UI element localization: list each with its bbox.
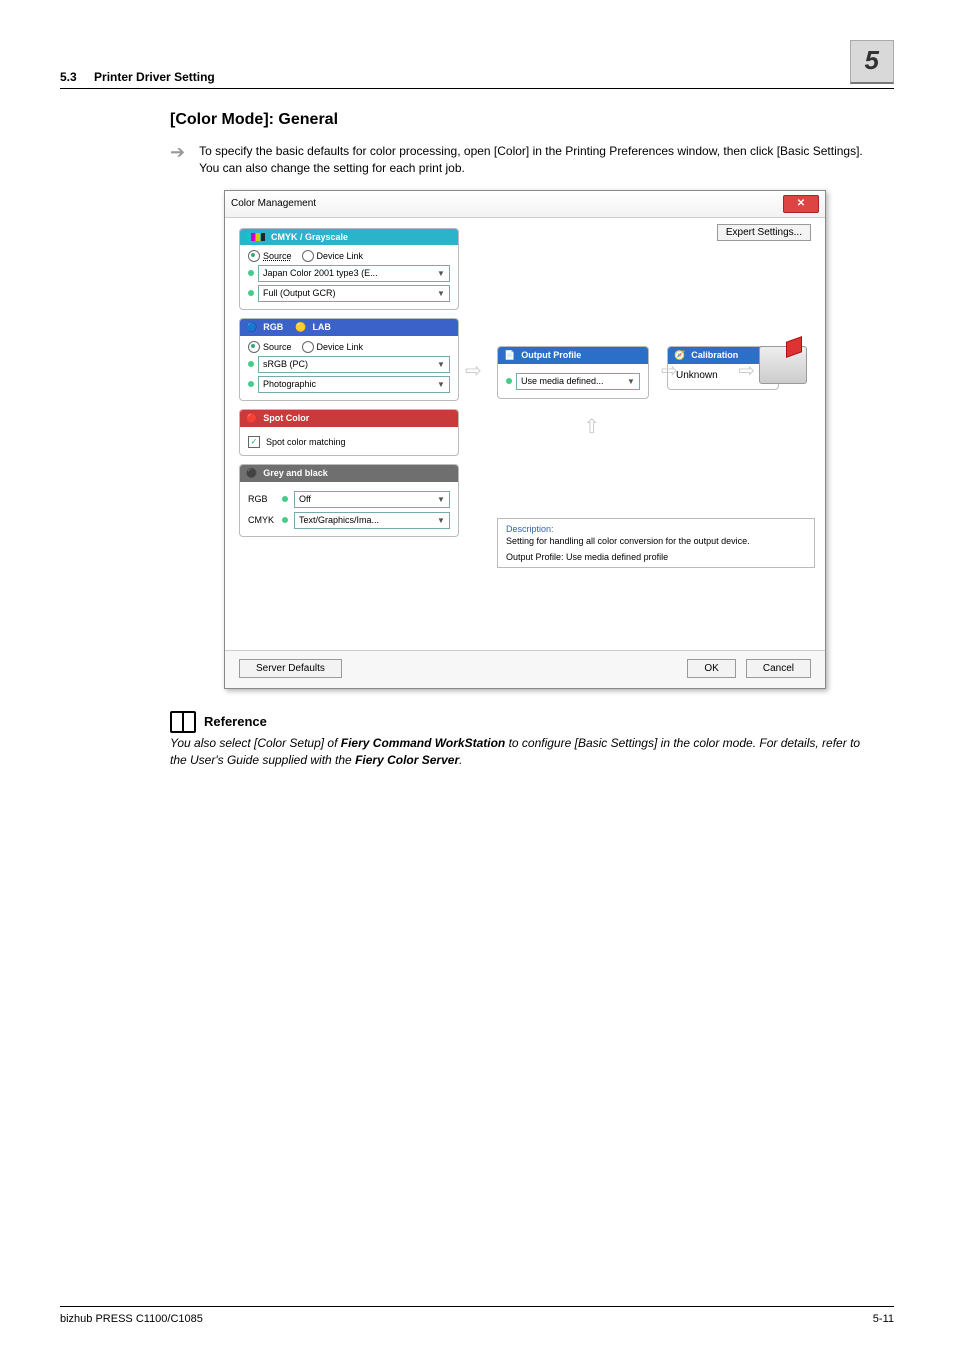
printer-icon	[759, 346, 807, 384]
description-line1: Setting for handling all color conversio…	[506, 536, 806, 546]
cancel-button[interactable]: Cancel	[746, 659, 811, 678]
header-left: 5.3 Printer Driver Setting	[60, 70, 215, 84]
rgb-title: RGB	[263, 322, 283, 332]
description-line2: Output Profile: Use media defined profil…	[506, 552, 806, 562]
calibration-title: Calibration	[691, 350, 738, 360]
spot-title: Spot Color	[263, 413, 309, 423]
section-number: 5.3	[60, 70, 77, 84]
color-management-dialog: Color Management ✕ Expert Settings...	[224, 190, 826, 689]
description-box: Description: Setting for handling all co…	[497, 518, 815, 568]
output-profile-panel: 📄 Output Profile Use media defined...▼	[497, 346, 649, 399]
status-dot-icon	[282, 496, 288, 502]
rgb-intent-select[interactable]: Photographic▼	[258, 376, 450, 393]
chevron-down-icon: ▼	[435, 289, 447, 298]
output-icon: 📄	[504, 350, 515, 361]
status-dot-icon	[506, 378, 512, 384]
grey-rgb-select[interactable]: Off▼	[294, 491, 450, 508]
spot-icon: 🔴	[246, 413, 257, 424]
lab-icon: 🟡	[295, 322, 306, 333]
dialog-title: Color Management	[231, 198, 316, 209]
chevron-down-icon: ▼	[435, 360, 447, 369]
close-button[interactable]: ✕	[783, 195, 819, 213]
flow-arrow-icon: ⇨	[579, 417, 604, 434]
status-dot-icon	[248, 290, 254, 296]
server-defaults-button[interactable]: Server Defaults	[239, 659, 342, 678]
cmyk-title: CMYK / Grayscale	[271, 232, 348, 242]
chevron-down-icon: ▼	[625, 377, 637, 386]
grey-rgb-label: RGB	[248, 494, 276, 504]
footer-product: bizhub PRESS C1100/C1085	[60, 1313, 203, 1325]
spot-panel: 🔴 Spot Color ✓ Spot color matching	[239, 409, 459, 456]
chapter-badge: 5	[850, 40, 894, 84]
heading: [Color Mode]: General	[170, 111, 880, 129]
intro-text: To specify the basic defaults for color …	[199, 143, 880, 178]
radio-devicelink[interactable]	[302, 250, 314, 262]
footer-page: 5-11	[873, 1313, 894, 1325]
book-icon	[170, 711, 196, 733]
rgb-profile-select[interactable]: sRGB (PC)▼	[258, 356, 450, 373]
grey-cmyk-select[interactable]: Text/Graphics/Ima...▼	[294, 512, 450, 529]
cmyk-profile-select[interactable]: Japan Color 2001 type3 (E...▼	[258, 265, 450, 282]
rgb-icon: 🔵	[246, 322, 257, 333]
calibration-value: Unknown	[676, 370, 718, 381]
reference-text: You also select [Color Setup] of Fiery C…	[170, 735, 880, 770]
output-title: Output Profile	[521, 350, 581, 360]
arrow-icon: ➔	[170, 144, 185, 160]
status-dot-icon	[248, 361, 254, 367]
status-dot-icon	[248, 381, 254, 387]
grey-panel: ⚫ Grey and black RGB Off▼ CMYK	[239, 464, 459, 537]
status-dot-icon	[248, 270, 254, 276]
spot-matching-checkbox[interactable]: ✓	[248, 436, 260, 448]
grey-icon: ⚫	[246, 468, 257, 479]
reference-label: Reference	[204, 714, 267, 729]
flow-arrow-icon: ⇨	[661, 358, 678, 383]
spot-matching-label: Spot color matching	[266, 437, 346, 447]
status-dot-icon	[282, 517, 288, 523]
ok-button[interactable]: OK	[687, 659, 735, 678]
grey-title: Grey and black	[263, 468, 328, 478]
description-label: Description:	[506, 524, 806, 534]
radio-devicelink-rgb[interactable]	[302, 341, 314, 353]
grey-cmyk-label: CMYK	[248, 515, 276, 525]
radio-source[interactable]	[248, 250, 260, 262]
chevron-down-icon: ▼	[435, 380, 447, 389]
section-title: Printer Driver Setting	[94, 70, 215, 84]
chevron-down-icon: ▼	[435, 269, 447, 278]
chevron-down-icon: ▼	[435, 495, 447, 504]
radio-source-rgb[interactable]	[248, 341, 260, 353]
flow-arrow-icon: ⇨	[465, 358, 482, 383]
cmyk-gcr-select[interactable]: Full (Output GCR)▼	[258, 285, 450, 302]
rgb-panel: 🔵 RGB 🟡 LAB Source Device Link sRGB (PC)…	[239, 318, 459, 401]
flow-arrow-icon: ⇨	[738, 358, 755, 383]
cmyk-icon	[246, 233, 265, 241]
cmyk-panel: CMYK / Grayscale Source Device Link Japa…	[239, 228, 459, 310]
expert-settings-button[interactable]: Expert Settings...	[717, 224, 811, 241]
lab-tab[interactable]: LAB	[312, 322, 331, 332]
output-profile-select[interactable]: Use media defined...▼	[516, 373, 640, 390]
chevron-down-icon: ▼	[435, 516, 447, 525]
